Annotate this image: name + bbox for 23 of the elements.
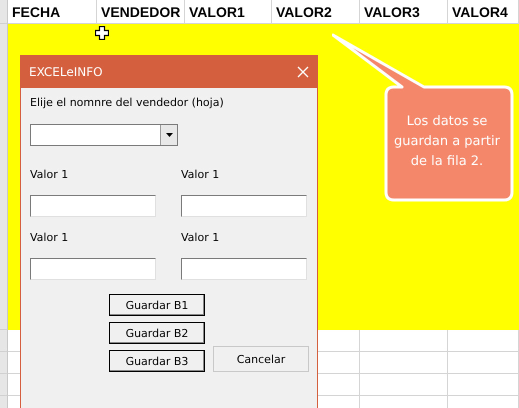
table-cell: [448, 374, 519, 396]
corner-cell: [0, 0, 8, 24]
table-cell: [448, 352, 519, 374]
save-button[interactable]: Guardar B2: [109, 322, 205, 344]
callout-text: Los datos se guardan a partir de la fila 2.: [393, 113, 501, 171]
dropdown-arrow-icon: [166, 133, 172, 137]
field-label: Valor 1: [181, 231, 220, 244]
input-field[interactable]: [30, 195, 156, 217]
field-label: Valor 1: [30, 168, 70, 181]
save-button[interactable]: Guardar B3: [109, 350, 205, 372]
vendor-dropdown[interactable]: [30, 124, 178, 146]
input-field[interactable]: [181, 258, 307, 280]
input-field[interactable]: [181, 195, 307, 217]
save-button[interactable]: Guardar B1: [109, 294, 205, 316]
field-label: Valor 1: [181, 168, 220, 181]
table-cell: [448, 330, 519, 352]
input-field[interactable]: [30, 258, 156, 280]
close-icon[interactable]: [297, 66, 309, 78]
window-title: EXCELeINFO: [29, 65, 103, 79]
cursor-icon: [95, 26, 109, 40]
cancel-button[interactable]: Cancelar: [213, 346, 309, 372]
prompt-label: Elije el nomnre del vendedor (hoja): [30, 96, 225, 109]
field-label: Valor 1: [30, 231, 70, 244]
